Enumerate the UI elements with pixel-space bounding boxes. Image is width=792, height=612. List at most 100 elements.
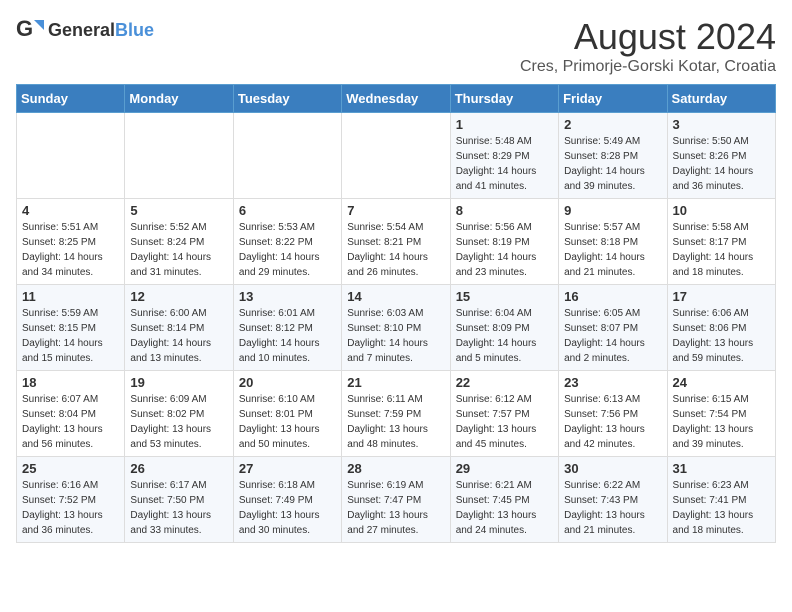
day-info: Sunrise: 5:59 AM Sunset: 8:15 PM Dayligh… bbox=[22, 306, 119, 366]
day-number: 20 bbox=[239, 375, 336, 390]
calendar-cell: 3 Sunrise: 5:50 AM Sunset: 8:26 PM Daylig… bbox=[667, 113, 775, 199]
weekday-header-wednesday: Wednesday bbox=[342, 85, 450, 113]
day-number: 1 bbox=[456, 117, 553, 132]
day-info: Sunrise: 5:48 AM Sunset: 8:29 PM Dayligh… bbox=[456, 134, 553, 194]
logo-general-text: General bbox=[48, 20, 115, 40]
calendar-cell: 10 Sunrise: 5:58 AM Sunset: 8:17 PM Dayli… bbox=[667, 199, 775, 285]
day-info: Sunrise: 6:16 AM Sunset: 7:52 PM Dayligh… bbox=[22, 478, 119, 538]
day-info: Sunrise: 6:11 AM Sunset: 7:59 PM Dayligh… bbox=[347, 392, 444, 452]
day-number: 2 bbox=[564, 117, 661, 132]
calendar-cell: 23 Sunrise: 6:13 AM Sunset: 7:56 PM Dayli… bbox=[559, 371, 667, 457]
day-info: Sunrise: 6:19 AM Sunset: 7:47 PM Dayligh… bbox=[347, 478, 444, 538]
page-header: G GeneralBlue August 2024 Cres, Primorje… bbox=[16, 16, 776, 76]
day-number: 31 bbox=[673, 461, 770, 476]
day-number: 26 bbox=[130, 461, 227, 476]
calendar-cell: 13 Sunrise: 6:01 AM Sunset: 8:12 PM Dayli… bbox=[233, 285, 341, 371]
calendar-cell: 17 Sunrise: 6:06 AM Sunset: 8:06 PM Dayli… bbox=[667, 285, 775, 371]
calendar-cell: 28 Sunrise: 6:19 AM Sunset: 7:47 PM Dayli… bbox=[342, 457, 450, 543]
weekday-header-sunday: Sunday bbox=[17, 85, 125, 113]
location-title: Cres, Primorje-Gorski Kotar, Croatia bbox=[520, 58, 776, 76]
logo: G GeneralBlue bbox=[16, 16, 154, 44]
calendar-cell: 29 Sunrise: 6:21 AM Sunset: 7:45 PM Dayli… bbox=[450, 457, 558, 543]
day-number: 23 bbox=[564, 375, 661, 390]
month-title: August 2024 bbox=[520, 16, 776, 58]
calendar-cell: 6 Sunrise: 5:53 AM Sunset: 8:22 PM Daylig… bbox=[233, 199, 341, 285]
day-number: 3 bbox=[673, 117, 770, 132]
day-number: 15 bbox=[456, 289, 553, 304]
calendar-cell: 27Sunrise: 6:18 AM Sunset: 7:49 PM Dayli… bbox=[233, 457, 341, 543]
day-number: 13 bbox=[239, 289, 336, 304]
day-info: Sunrise: 5:53 AM Sunset: 8:22 PM Dayligh… bbox=[239, 220, 336, 280]
calendar-cell bbox=[233, 113, 341, 199]
weekday-header-saturday: Saturday bbox=[667, 85, 775, 113]
calendar-cell bbox=[125, 113, 233, 199]
calendar-cell: 12Sunrise: 6:00 AM Sunset: 8:14 PM Dayli… bbox=[125, 285, 233, 371]
calendar-cell: 4Sunrise: 5:51 AM Sunset: 8:25 PM Daylig… bbox=[17, 199, 125, 285]
day-info: Sunrise: 5:49 AM Sunset: 8:28 PM Dayligh… bbox=[564, 134, 661, 194]
day-info: Sunrise: 6:12 AM Sunset: 7:57 PM Dayligh… bbox=[456, 392, 553, 452]
calendar-cell: 9 Sunrise: 5:57 AM Sunset: 8:18 PM Daylig… bbox=[559, 199, 667, 285]
calendar-cell: 1 Sunrise: 5:48 AM Sunset: 8:29 PM Daylig… bbox=[450, 113, 558, 199]
day-info: Sunrise: 5:56 AM Sunset: 8:19 PM Dayligh… bbox=[456, 220, 553, 280]
day-info: Sunrise: 6:22 AM Sunset: 7:43 PM Dayligh… bbox=[564, 478, 661, 538]
day-info: Sunrise: 6:13 AM Sunset: 7:56 PM Dayligh… bbox=[564, 392, 661, 452]
day-info: Sunrise: 6:06 AM Sunset: 8:06 PM Dayligh… bbox=[673, 306, 770, 366]
day-number: 21 bbox=[347, 375, 444, 390]
day-number: 11 bbox=[22, 289, 119, 304]
day-info: Sunrise: 5:58 AM Sunset: 8:17 PM Dayligh… bbox=[673, 220, 770, 280]
day-number: 5 bbox=[130, 203, 227, 218]
calendar-cell: 20 Sunrise: 6:10 AM Sunset: 8:01 PM Dayli… bbox=[233, 371, 341, 457]
calendar-cell: 19 Sunrise: 6:09 AM Sunset: 8:02 PM Dayli… bbox=[125, 371, 233, 457]
day-info: Sunrise: 6:10 AM Sunset: 8:01 PM Dayligh… bbox=[239, 392, 336, 452]
weekday-header-thursday: Thursday bbox=[450, 85, 558, 113]
calendar-cell: 14Sunrise: 6:03 AM Sunset: 8:10 PM Dayli… bbox=[342, 285, 450, 371]
day-number: 27 bbox=[239, 461, 336, 476]
day-number: 10 bbox=[673, 203, 770, 218]
calendar-cell: 31Sunrise: 6:23 AM Sunset: 7:41 PM Dayli… bbox=[667, 457, 775, 543]
calendar-cell: 22 Sunrise: 6:12 AM Sunset: 7:57 PM Dayli… bbox=[450, 371, 558, 457]
day-info: Sunrise: 5:57 AM Sunset: 8:18 PM Dayligh… bbox=[564, 220, 661, 280]
logo-icon: G bbox=[16, 16, 44, 44]
calendar-cell: 25 Sunrise: 6:16 AM Sunset: 7:52 PM Dayli… bbox=[17, 457, 125, 543]
day-info: Sunrise: 6:15 AM Sunset: 7:54 PM Dayligh… bbox=[673, 392, 770, 452]
calendar-table: SundayMondayTuesdayWednesdayThursdayFrid… bbox=[16, 84, 776, 543]
day-number: 4 bbox=[22, 203, 119, 218]
day-number: 24 bbox=[673, 375, 770, 390]
day-number: 6 bbox=[239, 203, 336, 218]
day-info: Sunrise: 6:04 AM Sunset: 8:09 PM Dayligh… bbox=[456, 306, 553, 366]
day-number: 12 bbox=[130, 289, 227, 304]
calendar-cell: 30 Sunrise: 6:22 AM Sunset: 7:43 PM Dayli… bbox=[559, 457, 667, 543]
calendar-cell: 16Sunrise: 6:05 AM Sunset: 8:07 PM Dayli… bbox=[559, 285, 667, 371]
day-number: 19 bbox=[130, 375, 227, 390]
day-info: Sunrise: 5:50 AM Sunset: 8:26 PM Dayligh… bbox=[673, 134, 770, 194]
calendar-cell: 21 Sunrise: 6:11 AM Sunset: 7:59 PM Dayli… bbox=[342, 371, 450, 457]
weekday-header-monday: Monday bbox=[125, 85, 233, 113]
calendar-cell bbox=[17, 113, 125, 199]
day-info: Sunrise: 5:52 AM Sunset: 8:24 PM Dayligh… bbox=[130, 220, 227, 280]
day-number: 17 bbox=[673, 289, 770, 304]
day-info: Sunrise: 6:01 AM Sunset: 8:12 PM Dayligh… bbox=[239, 306, 336, 366]
calendar-cell: 2 Sunrise: 5:49 AM Sunset: 8:28 PM Daylig… bbox=[559, 113, 667, 199]
svg-text:G: G bbox=[16, 16, 33, 41]
day-number: 18 bbox=[22, 375, 119, 390]
day-info: Sunrise: 6:07 AM Sunset: 8:04 PM Dayligh… bbox=[22, 392, 119, 452]
day-number: 9 bbox=[564, 203, 661, 218]
calendar-cell: 5 Sunrise: 5:52 AM Sunset: 8:24 PM Daylig… bbox=[125, 199, 233, 285]
day-info: Sunrise: 6:05 AM Sunset: 8:07 PM Dayligh… bbox=[564, 306, 661, 366]
day-number: 22 bbox=[456, 375, 553, 390]
calendar-cell: 24 Sunrise: 6:15 AM Sunset: 7:54 PM Dayli… bbox=[667, 371, 775, 457]
calendar-cell: 26Sunrise: 6:17 AM Sunset: 7:50 PM Dayli… bbox=[125, 457, 233, 543]
day-info: Sunrise: 5:54 AM Sunset: 8:21 PM Dayligh… bbox=[347, 220, 444, 280]
day-info: Sunrise: 6:21 AM Sunset: 7:45 PM Dayligh… bbox=[456, 478, 553, 538]
weekday-header-friday: Friday bbox=[559, 85, 667, 113]
calendar-cell: 8Sunrise: 5:56 AM Sunset: 8:19 PM Daylig… bbox=[450, 199, 558, 285]
title-area: August 2024 Cres, Primorje-Gorski Kotar,… bbox=[520, 16, 776, 76]
day-number: 29 bbox=[456, 461, 553, 476]
day-number: 28 bbox=[347, 461, 444, 476]
day-number: 30 bbox=[564, 461, 661, 476]
calendar-cell: 15 Sunrise: 6:04 AM Sunset: 8:09 PM Dayli… bbox=[450, 285, 558, 371]
calendar-cell: 7Sunrise: 5:54 AM Sunset: 8:21 PM Daylig… bbox=[342, 199, 450, 285]
day-number: 25 bbox=[22, 461, 119, 476]
calendar-cell: 11 Sunrise: 5:59 AM Sunset: 8:15 PM Dayli… bbox=[17, 285, 125, 371]
day-info: Sunrise: 6:09 AM Sunset: 8:02 PM Dayligh… bbox=[130, 392, 227, 452]
